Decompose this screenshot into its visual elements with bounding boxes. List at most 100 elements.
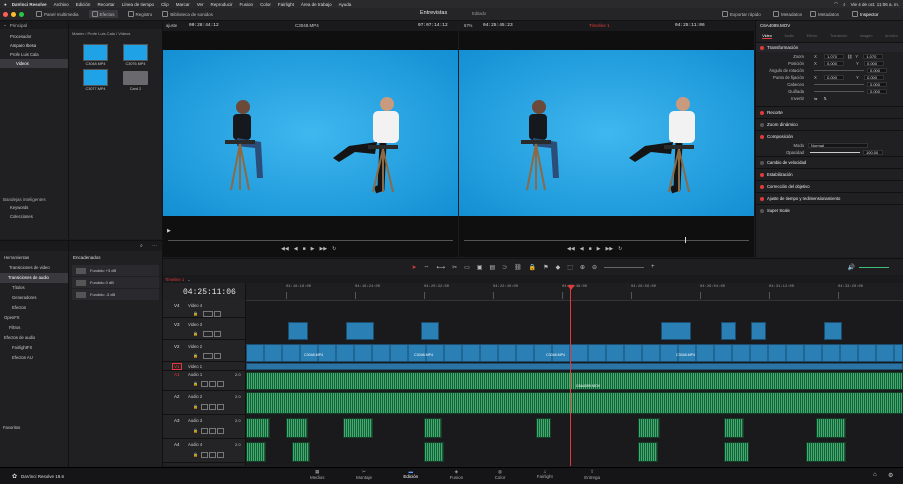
tab-audio[interactable]: Audio xyxy=(784,34,794,38)
record-arm-icon[interactable] xyxy=(201,428,208,434)
rotation-field[interactable]: 0.000 xyxy=(867,68,887,73)
enable-dot-icon[interactable] xyxy=(760,208,764,213)
track-visibility-icon[interactable] xyxy=(214,331,221,337)
zoom-window-button[interactable] xyxy=(19,11,24,17)
bin-profe-luis[interactable]: Profe Luis Cala xyxy=(10,50,68,59)
reverse-icon[interactable]: ◀ xyxy=(580,246,584,252)
tab-efecto[interactable]: Efecto xyxy=(807,34,818,38)
menu-recortar[interactable]: Recortar xyxy=(97,2,114,7)
composite-mode-select[interactable]: Normal xyxy=(808,143,868,148)
composite-section[interactable]: Composición xyxy=(756,130,903,142)
anchor-x-field[interactable]: 0.000 xyxy=(824,75,844,80)
audio-clip[interactable] xyxy=(424,418,442,438)
enable-dot-icon[interactable] xyxy=(760,172,764,177)
opacity-slider[interactable] xyxy=(810,152,860,153)
track-name[interactable]: Audio 4 xyxy=(188,442,202,447)
enable-dot-icon[interactable] xyxy=(760,160,764,165)
fx-openfx[interactable]: OpenFX xyxy=(4,313,68,323)
lock-icon[interactable]: 🔒 xyxy=(193,404,198,409)
close-window-button[interactable] xyxy=(3,11,8,17)
zoom-custom-icon[interactable]: ⊖ xyxy=(592,264,597,271)
video-clip[interactable] xyxy=(751,322,766,340)
sound-library-button[interactable]: Biblioteca de sonidos xyxy=(162,11,213,17)
minimize-window-button[interactable] xyxy=(11,11,16,17)
apple-icon[interactable]: ● xyxy=(4,2,7,7)
audio-clip-a2[interactable] xyxy=(246,392,903,414)
zoom-in-icon[interactable]: + xyxy=(651,264,655,270)
audio-clip[interactable] xyxy=(292,442,310,462)
volume-icon[interactable]: 🔊 xyxy=(848,264,855,271)
menu-archivo[interactable]: Archivo xyxy=(54,2,69,7)
stop-icon[interactable]: ■ xyxy=(303,246,306,252)
audio-clip[interactable] xyxy=(724,442,749,462)
link-icon[interactable]: ⛓ xyxy=(847,54,852,60)
clip-thumbnail[interactable] xyxy=(83,44,108,61)
app-menu[interactable]: DaVinci Resolve xyxy=(12,2,47,7)
position-x-field[interactable]: 0.000 xyxy=(824,61,844,66)
audio-clip-a1[interactable] xyxy=(246,372,903,390)
track-visibility-icon[interactable] xyxy=(214,311,221,317)
clip-thumbnail[interactable] xyxy=(123,44,148,61)
search-icon[interactable]: ⌕ xyxy=(843,2,846,7)
audio-clip[interactable] xyxy=(424,442,444,462)
bin-amparo[interactable]: Amparo Ibesa xyxy=(10,41,68,50)
mute-icon[interactable] xyxy=(217,404,224,410)
index-button[interactable]: Registro xyxy=(127,11,152,17)
zoom-detail-icon[interactable]: ⊕ xyxy=(580,264,585,271)
jog-right-icon[interactable]: ▶▶ xyxy=(319,246,327,252)
fx-trans-video[interactable]: Transiciones de video xyxy=(4,263,68,273)
menu-marcar[interactable]: Marcar xyxy=(176,2,190,7)
audio-clip[interactable] xyxy=(638,418,660,438)
rotation-slider[interactable] xyxy=(814,70,864,71)
solo-icon[interactable] xyxy=(209,381,216,387)
bin-videos[interactable]: Videos xyxy=(0,59,68,68)
play-icon[interactable]: ▶ xyxy=(597,246,601,252)
fx-filtros[interactable]: Filtros xyxy=(4,323,68,333)
video-clip[interactable] xyxy=(824,322,842,340)
opacity-field[interactable]: 100.00 xyxy=(863,150,883,155)
page-fusion[interactable]: ◈ Fusion xyxy=(450,469,464,483)
record-arm-icon[interactable] xyxy=(201,452,208,458)
timeline-zoom-slider[interactable] xyxy=(604,266,645,268)
audio-clip[interactable] xyxy=(286,418,308,438)
dynamic-zoom-section[interactable]: Zoom dinámico xyxy=(756,118,903,130)
fx-herramientas[interactable]: Herramientas xyxy=(4,253,68,263)
track-id[interactable]: V1 xyxy=(172,363,182,370)
zoom-full-icon[interactable]: ⬚ xyxy=(567,264,573,271)
video-clip[interactable] xyxy=(661,322,691,340)
enable-dot-icon[interactable] xyxy=(760,110,764,115)
timeline-zoom[interactable]: 67% xyxy=(464,23,472,28)
crop-section[interactable]: Recorte xyxy=(756,106,903,118)
search-icon[interactable]: ⌕ xyxy=(140,243,143,249)
menu-area-trabajo[interactable]: Área de trabajo xyxy=(301,2,332,7)
track-name[interactable]: Video 2 xyxy=(188,344,202,349)
stop-icon[interactable]: ■ xyxy=(589,246,592,252)
track-name[interactable]: Audio 1 xyxy=(188,372,202,377)
flip-vertical-icon[interactable]: ⇅ xyxy=(824,96,828,101)
favorites-header[interactable]: Favoritos xyxy=(3,425,20,430)
wifi-icon[interactable]: ◠ xyxy=(834,1,838,7)
master-volume-slider[interactable] xyxy=(859,266,889,268)
menu-fusion[interactable]: Fusion xyxy=(240,2,254,7)
dynamic-trim-icon[interactable]: ⟷ xyxy=(436,264,445,271)
record-arm-icon[interactable] xyxy=(201,381,208,387)
track-id[interactable]: A2 xyxy=(174,394,180,399)
mute-icon[interactable] xyxy=(217,428,224,434)
playhead[interactable] xyxy=(570,285,571,466)
replace-clip-icon[interactable]: ▤ xyxy=(489,264,495,271)
auto-select-icon[interactable] xyxy=(203,311,213,317)
anchor-y-field[interactable]: 0.000 xyxy=(864,75,884,80)
jog-right-icon[interactable]: ▶▶ xyxy=(605,246,613,252)
zoom-x-field[interactable]: 1.070 xyxy=(824,54,844,59)
pitch-slider[interactable] xyxy=(814,84,864,85)
auto-select-icon[interactable] xyxy=(203,353,213,359)
page-cut[interactable]: ✂ Montaje xyxy=(356,469,372,483)
effect-item[interactable]: Fundido 0 dB xyxy=(72,277,159,288)
effects-button[interactable]: Efectos xyxy=(88,10,118,18)
lock-icon[interactable]: 🔒 xyxy=(193,452,198,457)
solo-icon[interactable] xyxy=(209,452,216,458)
video-clip[interactable] xyxy=(346,322,374,340)
menu-ver[interactable]: Ver xyxy=(197,2,204,7)
audio-clip[interactable] xyxy=(724,418,744,438)
menu-linea-tiempo[interactable]: Línea de tiempo xyxy=(122,2,154,7)
